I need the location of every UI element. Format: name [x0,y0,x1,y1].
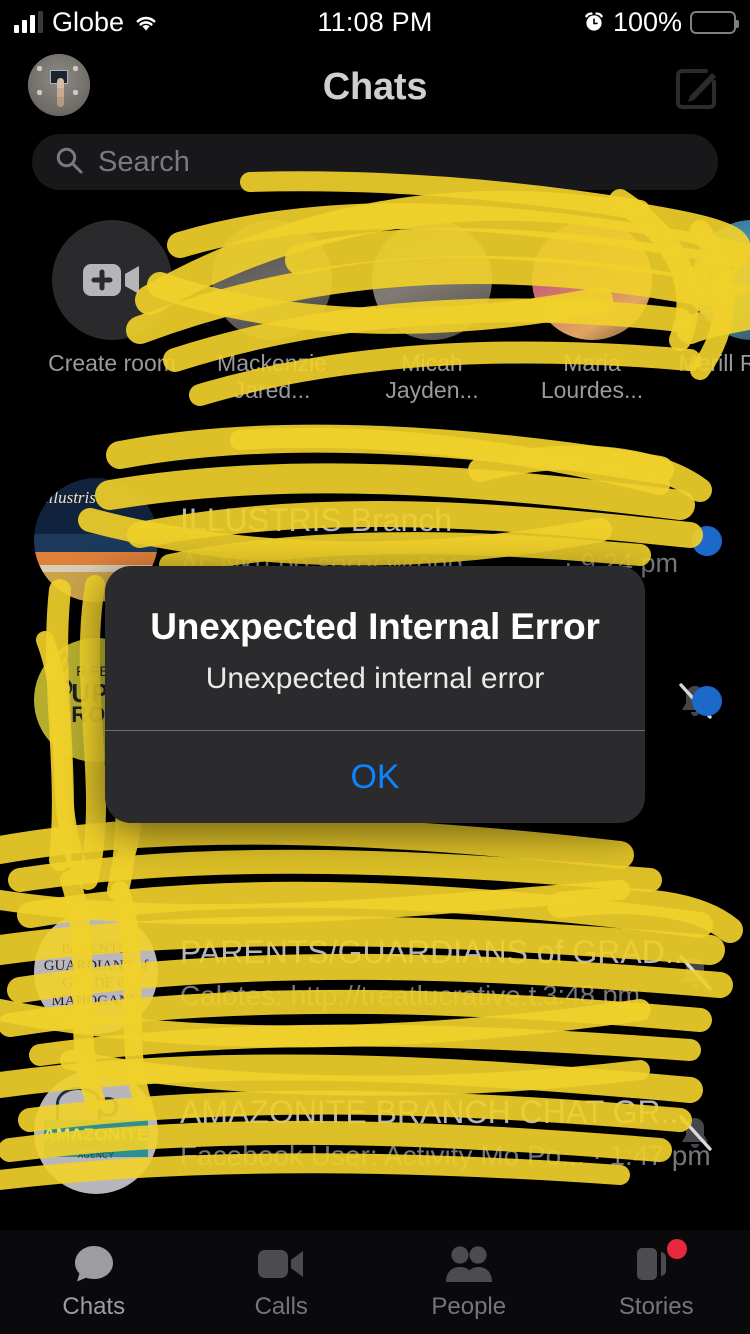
chat-bubble-icon [72,1243,116,1285]
search-input[interactable]: Search [32,134,718,190]
story-item[interactable]: Micah Jayden... [352,220,512,410]
chat-row[interactable]: PARENTS/ GUARDIANS of GRADE 8- MAHOGANY … [0,892,750,1052]
story-label: Merill Rosen... [678,350,750,376]
story-item[interactable]: Merill Rosen... [672,220,750,410]
chat-row[interactable]: AMAZONITE AMAZONIAN BRANCH AGENCY AMAZON… [0,1052,750,1212]
story-item[interactable]: Maria Lourdes... [512,220,672,410]
tab-label: People [431,1293,507,1320]
tab-stories[interactable]: Stories [563,1230,750,1334]
battery-icon [690,10,739,34]
story-label: Maria Lourdes... [540,350,644,404]
muted-bell-icon [672,1110,718,1156]
chat-snippet: Calotes: http://treatlucrative.t... [180,980,560,1011]
tab-label: Chats [62,1293,126,1320]
alert-body: Unexpected Internal Error Unexpected int… [105,566,645,730]
story-avatar [532,220,652,340]
story-avatar [692,220,750,340]
chat-avatar: AMAZONITE AMAZONIAN BRANCH AGENCY [34,1070,158,1194]
people-icon [443,1243,495,1285]
stories-badge [667,1239,688,1259]
app-header: Chats [0,46,750,128]
page-title: Chats [322,66,428,108]
tab-people[interactable]: People [375,1230,563,1334]
alert-message: Unexpected internal error [205,662,545,695]
chat-name: AMAZONITE BRANCH CHAT GR... [180,1094,688,1130]
tab-label: Calls [254,1293,308,1320]
alert-ok-button[interactable]: OK [105,731,645,823]
alert-dialog: Unexpected Internal Error Unexpected int… [105,566,645,823]
unread-badge [692,526,722,556]
story-avatar [212,220,332,340]
story-item[interactable]: Mackenzie Jared... [192,220,352,410]
alarm-clock-icon [583,11,605,33]
unread-badge [692,686,722,716]
stories-row[interactable]: Create room Mackenzie Jared... Micah Jay… [0,220,750,410]
search-icon [54,145,84,180]
status-bar-right: 100% [583,6,739,38]
bottom-tab-bar[interactable]: Chats Calls People Stories [0,1230,750,1334]
compose-new-message-icon[interactable] [672,64,722,114]
messenger-chats-screen: Globe 11:08 PM 100% Chats Search Create … [0,0,750,1334]
chat-timestamp: · 3:48 pm [525,980,640,1010]
search-placeholder: Search [98,145,190,178]
battery-percent-label: 100% [612,6,682,37]
tab-chats[interactable]: Chats [0,1230,188,1334]
story-avatar [372,220,492,340]
video-plus-icon [52,220,172,340]
stories-icon [635,1239,688,1285]
status-bar: Globe 11:08 PM 100% [0,0,750,44]
story-label: Create room [48,350,176,376]
story-label: Mackenzie Jared... [217,350,327,404]
story-create-room[interactable]: Create room [32,220,192,410]
alert-title: Unexpected Internal Error [150,606,600,647]
chat-name: ILLUSTRIS Branch [180,502,453,538]
chat-name: PARENTS/GUARDIANS of GRAD... [180,934,692,970]
tab-calls[interactable]: Calls [188,1230,376,1334]
chat-snippet: Facebook User: Activity Mo Po... · 1:47 … [180,1140,711,1171]
story-label: Micah Jayden... [385,350,479,404]
chat-avatar: PARENTS/ GUARDIANS of GRADE 8- MAHOGANY [34,910,158,1034]
muted-bell-icon [672,950,718,996]
video-camera-icon [257,1243,305,1285]
chat-list[interactable]: illustris ILLUSTRIS Branch Ai: Nku po so… [0,430,750,1334]
tab-label: Stories [618,1293,694,1320]
